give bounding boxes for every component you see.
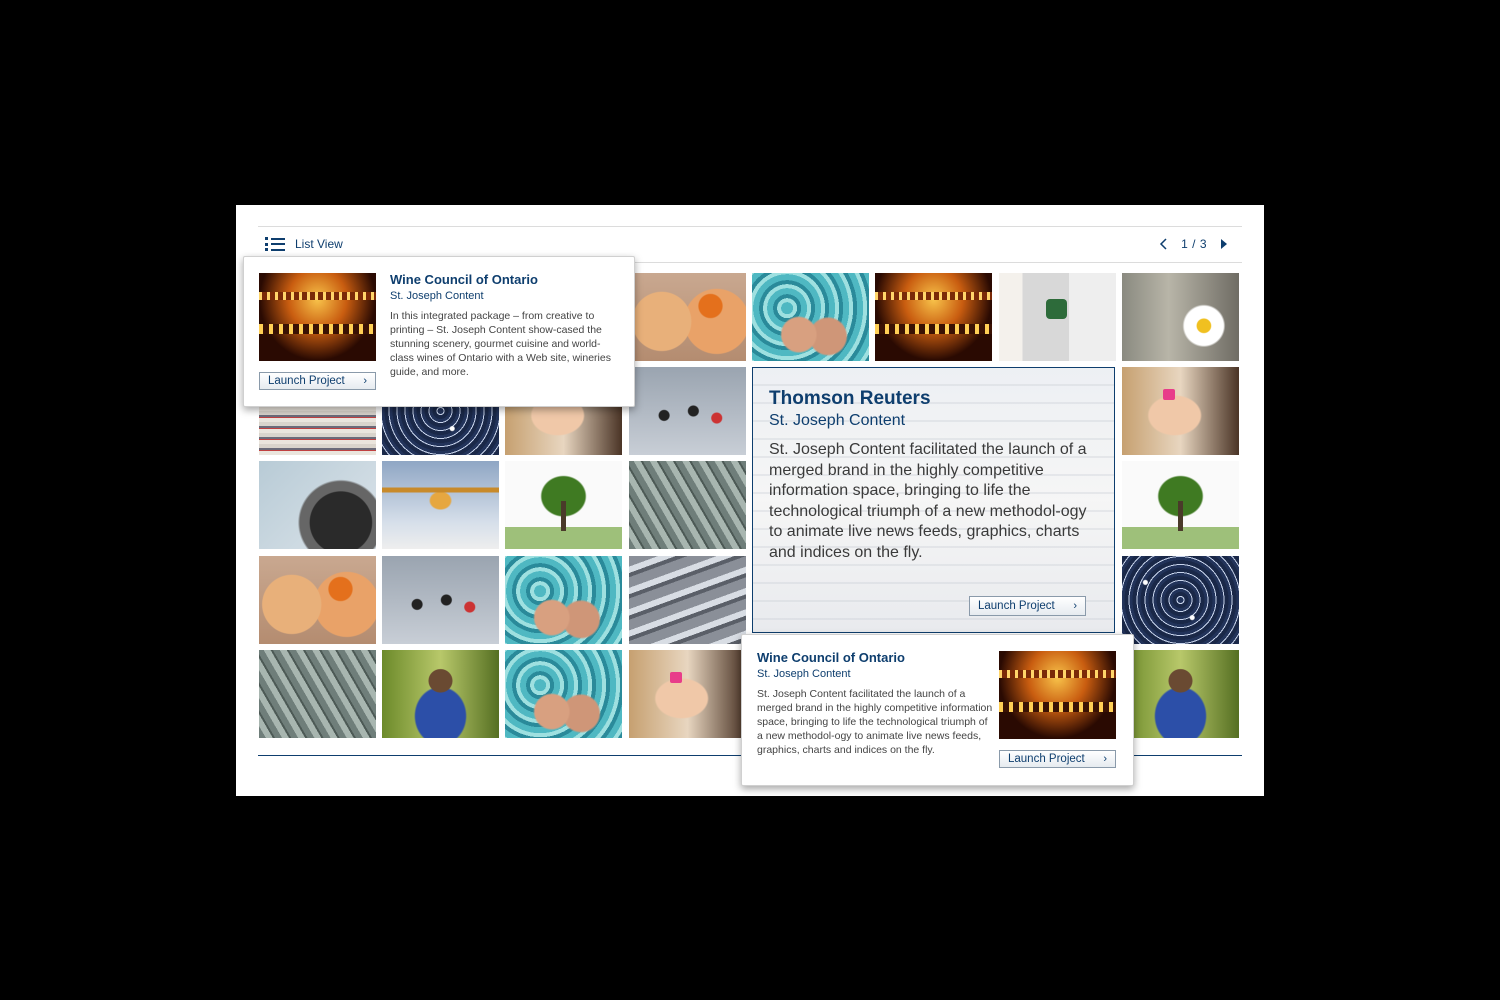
thumbnail-tile[interactable]: [259, 556, 376, 644]
thumbnail-tile[interactable]: [1122, 650, 1239, 738]
feature-subtitle: St. Joseph Content: [769, 412, 906, 429]
launch-project-label: Launch Project: [268, 375, 345, 387]
thumbnail-tile[interactable]: [1122, 367, 1239, 455]
chevron-right-icon: ›: [1073, 600, 1077, 612]
thumbnail-tile[interactable]: [1122, 461, 1239, 549]
feature-launch-project-button[interactable]: Launch Project ›: [969, 596, 1086, 616]
thumbnail-tile[interactable]: [629, 556, 746, 644]
feature-card-thomson-reuters[interactable]: Thomson Reuters St. Joseph Content St. J…: [752, 367, 1115, 633]
thumbnail-tile[interactable]: [999, 273, 1116, 361]
launch-project-label: Launch Project: [1008, 753, 1085, 765]
card-subtitle: St. Joseph Content: [390, 290, 484, 302]
thumbnail-tile[interactable]: [629, 650, 746, 738]
thumbnail-tile[interactable]: [629, 461, 746, 549]
thumbnail-tile[interactable]: [1122, 273, 1239, 361]
thumbnail-tile[interactable]: [875, 273, 992, 361]
feature-description: St. Joseph Content facilitated the launc…: [769, 441, 1087, 561]
thumbnail-tile[interactable]: [505, 461, 622, 549]
list-view-toggle[interactable]: List View: [265, 237, 343, 251]
chevron-right-icon: ›: [1103, 753, 1107, 765]
pager: 1 / 3: [1157, 237, 1231, 251]
list-icon: [265, 237, 285, 251]
card-title: Wine Council of Ontario: [757, 650, 905, 665]
chevron-left-icon[interactable]: [1157, 237, 1171, 251]
thumbnail-tile[interactable]: [505, 650, 622, 738]
thumbnail-tile[interactable]: [629, 273, 746, 361]
top-divider: [258, 226, 1242, 227]
launch-project-button[interactable]: Launch Project ›: [259, 372, 376, 390]
project-thumbnail: [259, 273, 376, 361]
feature-title: Thomson Reuters: [769, 388, 931, 409]
card-description: St. Joseph Content facilitated the launc…: [757, 688, 993, 756]
launch-project-button[interactable]: Launch Project ›: [999, 750, 1116, 768]
thumbnail-tile[interactable]: [259, 650, 376, 738]
chevron-right-icon: ›: [363, 375, 367, 387]
card-description: In this integrated package – from creati…: [390, 310, 611, 378]
page-indicator: 1 / 3: [1181, 237, 1207, 251]
thumbnail-tile[interactable]: [382, 556, 499, 644]
thumbnail-tile[interactable]: [1122, 556, 1239, 644]
chevron-right-icon[interactable]: [1217, 237, 1231, 251]
launch-project-label: Launch Project: [978, 600, 1055, 612]
thumbnail-tile[interactable]: [505, 556, 622, 644]
thumbnail-tile[interactable]: [259, 461, 376, 549]
thumbnail-tile[interactable]: [629, 367, 746, 455]
list-view-label: List View: [295, 237, 343, 251]
thumbnail-tile[interactable]: [382, 650, 499, 738]
project-thumbnail: [999, 651, 1116, 739]
card-subtitle: St. Joseph Content: [757, 668, 851, 680]
project-card-wine-council-alt[interactable]: Wine Council of Ontario St. Joseph Conte…: [741, 634, 1134, 786]
thumbnail-tile[interactable]: [382, 461, 499, 549]
card-title: Wine Council of Ontario: [390, 272, 538, 287]
thumbnail-tile[interactable]: [752, 273, 869, 361]
project-card-wine-council[interactable]: Wine Council of Ontario St. Joseph Conte…: [243, 256, 635, 407]
